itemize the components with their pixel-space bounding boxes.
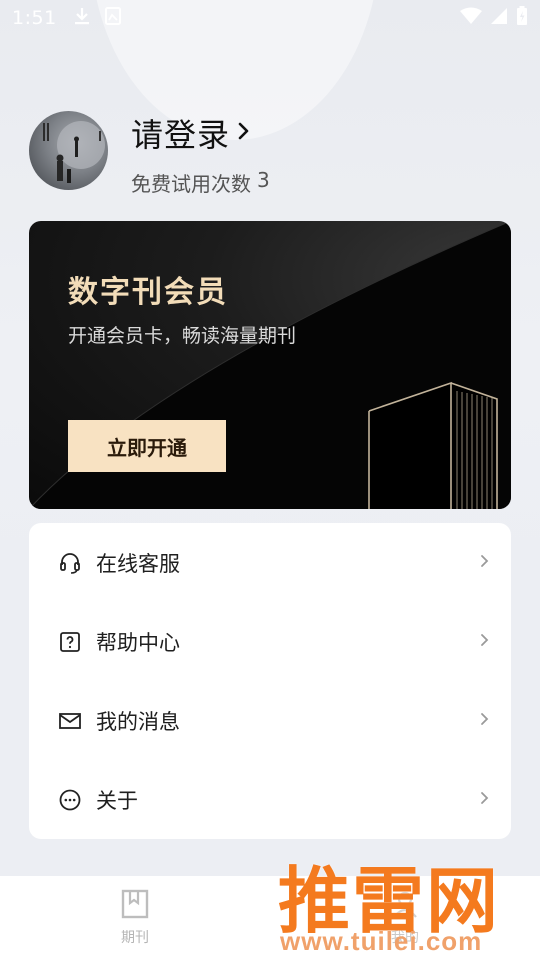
menu-item-my-messages[interactable]: 我的消息	[29, 681, 511, 760]
status-time: 1:51	[12, 7, 57, 29]
menu-item-help-center[interactable]: 帮助中心	[29, 602, 511, 681]
signal-icon	[490, 7, 508, 30]
image-icon	[104, 6, 121, 30]
headset-icon	[58, 551, 82, 575]
avatar[interactable]	[29, 111, 108, 190]
chevron-right-icon	[238, 121, 250, 145]
chevron-right-icon	[480, 553, 489, 572]
download-icon	[73, 6, 91, 31]
chevron-right-icon	[480, 790, 489, 809]
trial-count: 3	[257, 168, 270, 192]
trial-count-row: 免费试用次数 3	[131, 168, 270, 197]
tab-label: 期刊	[121, 930, 149, 946]
tab-journals[interactable]: 期刊	[0, 876, 270, 960]
watermark-url: www.tuilei.com	[280, 926, 483, 956]
avatar-image	[43, 121, 105, 183]
menu-item-label: 关于	[96, 788, 138, 813]
login-label: 请登录	[131, 116, 231, 154]
battery-icon	[516, 5, 528, 31]
menu-card: 在线客服 帮助中心 我的消息 关于	[29, 523, 511, 839]
login-link[interactable]: 请登录	[131, 110, 250, 156]
watermark: 推雷网 www.tuilei.com	[270, 836, 540, 960]
bookmark-icon	[121, 889, 149, 923]
wifi-icon	[460, 7, 482, 30]
mail-icon	[58, 709, 82, 733]
menu-item-label: 在线客服	[96, 551, 180, 576]
more-dots-icon	[58, 788, 82, 812]
chevron-right-icon	[480, 711, 489, 730]
card-subtitle: 开通会员卡，畅读海量期刊	[68, 325, 297, 347]
card-title: 数字刊会员	[68, 275, 228, 310]
activate-membership-button[interactable]: 立即开通	[68, 420, 226, 472]
menu-item-customer-service[interactable]: 在线客服	[29, 523, 511, 602]
menu-item-label: 我的消息	[96, 709, 180, 734]
help-icon	[58, 630, 82, 654]
status-bar: 1:51	[0, 0, 540, 36]
chevron-right-icon	[480, 632, 489, 651]
trial-label: 免费试用次数	[131, 172, 251, 196]
menu-item-about[interactable]: 关于	[29, 760, 511, 839]
menu-item-label: 帮助中心	[96, 630, 180, 655]
member-card[interactable]: 数字刊会员 开通会员卡，畅读海量期刊 立即开通	[29, 221, 511, 509]
